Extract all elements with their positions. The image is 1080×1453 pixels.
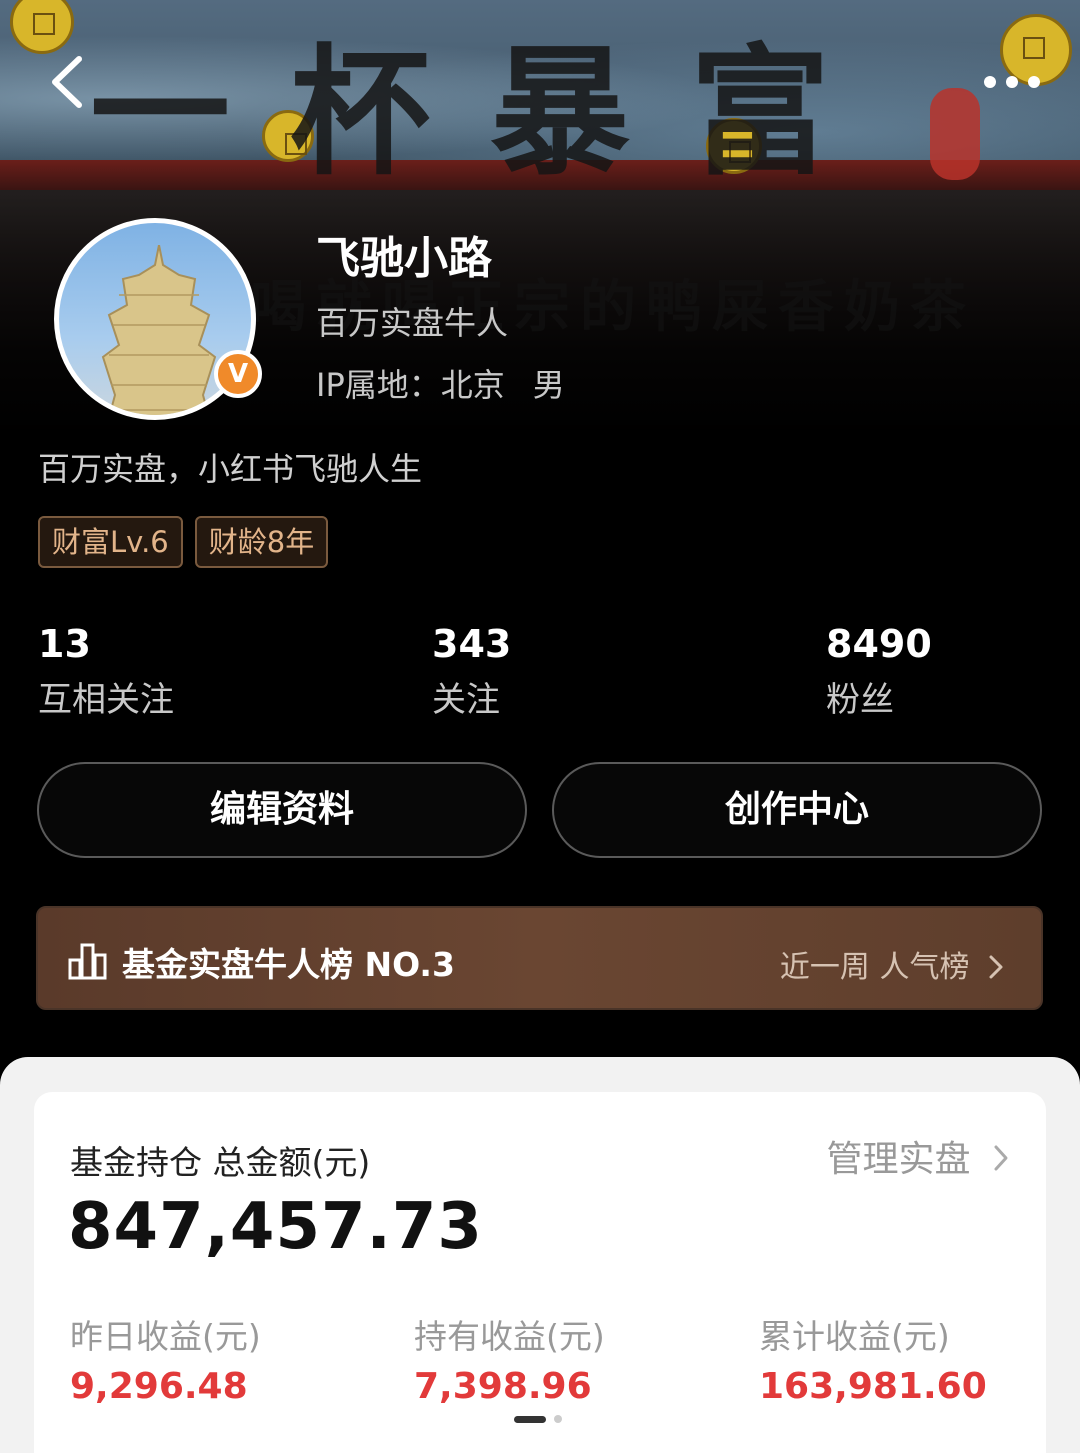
more-dots-icon — [1028, 76, 1040, 88]
profile-title: 百万实盘牛人 — [316, 304, 509, 342]
earnings-value: 9,296.48 — [70, 1366, 248, 1407]
stat-label: 互相关注 — [38, 680, 174, 720]
back-button[interactable] — [40, 52, 92, 112]
chevron-right-icon — [994, 1145, 1008, 1171]
tag-investing-years[interactable]: 财龄8年 — [194, 516, 329, 568]
profile-bio: 百万实盘，小红书飞驰人生 — [38, 450, 423, 488]
page-indicator — [514, 1415, 562, 1423]
ip-location: IP属地：北京 — [316, 366, 505, 404]
edit-profile-button[interactable]: 编辑资料 — [37, 762, 527, 858]
stat-mutual-follows[interactable]: 13 互相关注 — [38, 622, 174, 721]
earnings-label: 持有收益(元) — [414, 1317, 605, 1356]
more-button[interactable] — [972, 60, 1052, 104]
profile-tags: 财富Lv.6 财龄8年 — [38, 516, 329, 568]
earnings-value: 163,981.60 — [759, 1366, 987, 1407]
chevron-right-icon — [989, 955, 1003, 979]
earnings-label: 累计收益(元) — [759, 1317, 950, 1356]
tag-wealth-level[interactable]: 财富Lv.6 — [38, 516, 183, 568]
verified-badge: V — [214, 350, 262, 398]
ranking-link-label: 近一周 人气榜 — [779, 950, 970, 985]
stat-value: 8490 — [826, 622, 932, 666]
chevron-left-icon — [52, 56, 82, 108]
bar-chart-icon — [68, 943, 107, 980]
ranking-banner[interactable]: 基金实盘牛人榜 NO.3 近一周 人气榜 — [36, 906, 1043, 1010]
manage-holdings-label: 管理实盘 — [826, 1139, 971, 1180]
earnings-value: 7,398.96 — [414, 1366, 592, 1407]
stat-value: 13 — [38, 622, 91, 666]
earnings-cumulative: 累计收益(元) 163,981.60 — [759, 1310, 987, 1407]
ranking-text: 基金实盘牛人榜 NO.3 — [122, 945, 455, 984]
manage-holdings-link[interactable]: 管理实盘 — [827, 1130, 1010, 1182]
stat-following[interactable]: 343 关注 — [432, 622, 511, 721]
profile-name: 飞驰小路 — [316, 233, 492, 284]
holdings-total-amount: 847,457.73 — [68, 1190, 483, 1264]
stat-label: 粉丝 — [826, 680, 894, 720]
stat-label: 关注 — [432, 680, 500, 720]
creator-center-button[interactable]: 创作中心 — [552, 762, 1042, 858]
page-indicator-dot — [554, 1415, 562, 1423]
holdings-card[interactable]: 基金持仓 总金额(元) 管理实盘 847,457.73 昨日收益(元) 9,29… — [34, 1092, 1046, 1453]
banner-title: 一杯暴富 — [90, 31, 891, 195]
earnings-yesterday: 昨日收益(元) 9,296.48 — [70, 1310, 261, 1407]
holdings-title: 基金持仓 总金额(元) — [70, 1143, 371, 1182]
more-dots-icon — [1006, 76, 1018, 88]
earnings-label: 昨日收益(元) — [70, 1317, 261, 1356]
earnings-holding: 持有收益(元) 7,398.96 — [414, 1310, 605, 1407]
more-dots-icon — [984, 76, 996, 88]
gender: 男 — [532, 366, 565, 404]
avatar-tower-image — [101, 245, 217, 415]
popularity-ranking-link[interactable]: 近一周 人气榜 — [780, 942, 1005, 986]
ip-location-line: IP属地：北京男 — [316, 360, 565, 406]
social-stats: 13 互相关注 343 关注 8490 粉丝 — [38, 622, 1078, 732]
stat-value: 343 — [432, 622, 512, 666]
page-indicator-active — [514, 1415, 546, 1423]
stat-followers[interactable]: 8490 粉丝 — [826, 622, 932, 721]
